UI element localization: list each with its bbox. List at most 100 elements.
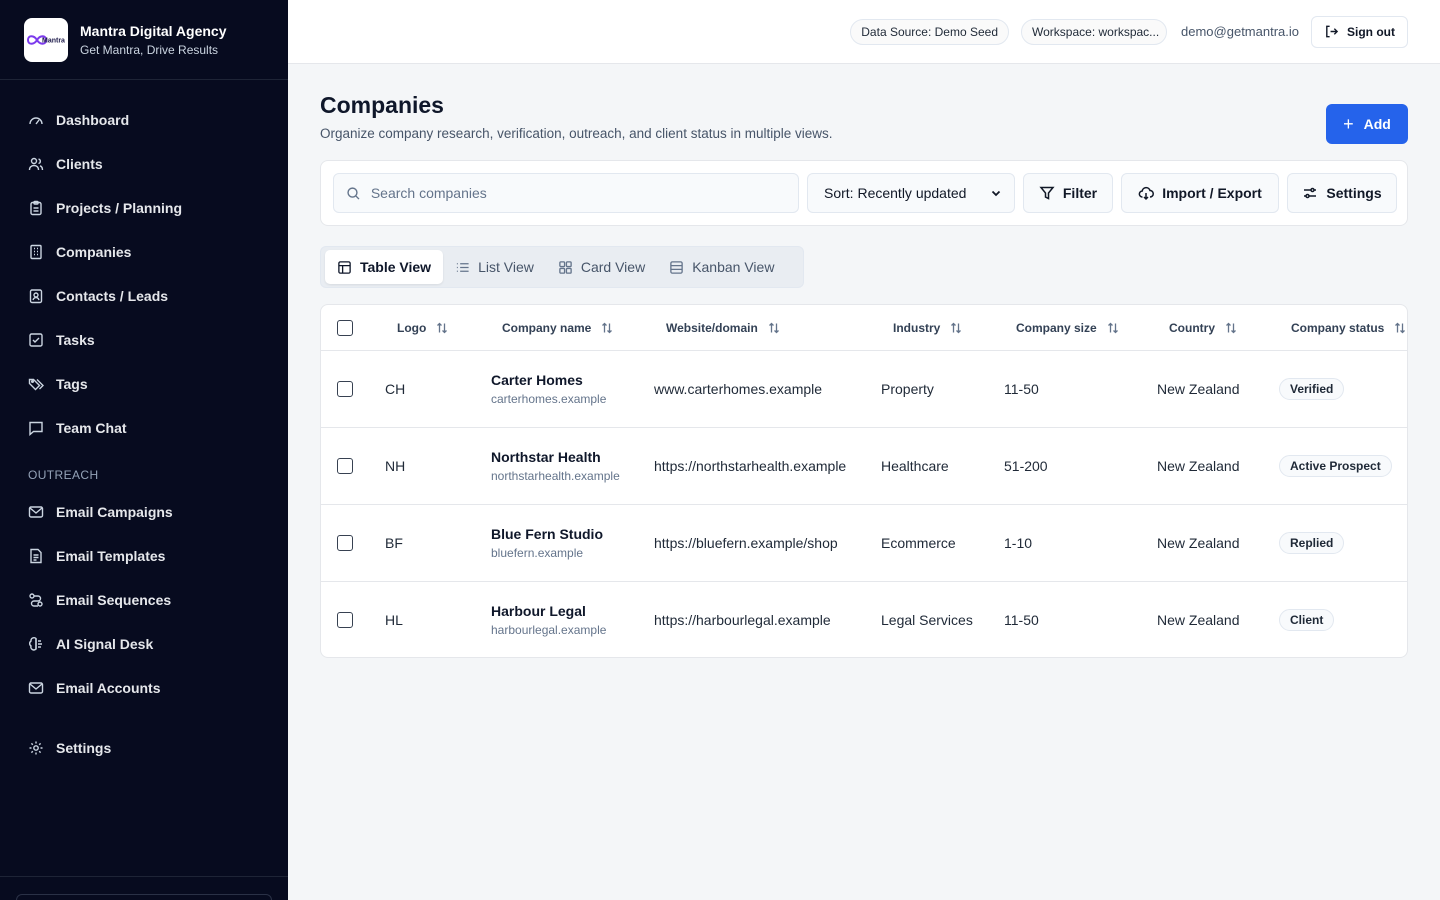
company-industry: Legal Services <box>881 612 973 628</box>
tab-kanban-view[interactable]: Kanban View <box>657 250 786 284</box>
company-domain: bluefern.example <box>491 546 584 560</box>
sidebar-item-label: Team Chat <box>56 420 127 436</box>
company-name[interactable]: Carter Homes <box>491 372 606 388</box>
company-logo: BF <box>385 535 403 551</box>
table-row[interactable]: HL Harbour Legal harbourlegal.example ht… <box>321 582 1407 657</box>
main-content: Companies Organize company research, ver… <box>288 64 1440 900</box>
company-domain: harbourlegal.example <box>491 623 607 637</box>
settings-button[interactable]: Settings <box>1287 173 1397 213</box>
sidebar-item-label: Tags <box>56 376 88 392</box>
company-size: 51-200 <box>1004 458 1048 474</box>
search-input[interactable] <box>370 185 786 201</box>
tab-label: Kanban View <box>692 259 775 275</box>
company-website[interactable]: https://harbourlegal.example <box>654 582 831 657</box>
tab-list-view[interactable]: List View <box>443 250 546 284</box>
sidebar-item-tasks[interactable]: Tasks <box>0 318 288 362</box>
sidebar-item-label: Contacts / Leads <box>56 288 169 304</box>
row-checkbox[interactable] <box>337 381 353 397</box>
table-icon <box>338 260 351 274</box>
sidebar-item-label: Projects / Planning <box>56 200 183 216</box>
company-country: New Zealand <box>1157 381 1240 397</box>
sidebar-item-label: Companies <box>56 244 132 260</box>
sidebar: Mantra Mantra Digital Agency Get Mantra,… <box>0 0 288 900</box>
sort-icon <box>951 322 962 334</box>
sidebar-item-ai-signal-desk[interactable]: AI Signal Desk <box>0 622 288 666</box>
users-icon <box>28 157 44 171</box>
column-logo[interactable]: Logo <box>397 305 448 351</box>
column-country[interactable]: Country <box>1169 305 1237 351</box>
row-checkbox[interactable] <box>337 535 353 551</box>
kanban-icon <box>670 260 683 274</box>
sidebar-item-tags[interactable]: Tags <box>0 362 288 406</box>
sort-select[interactable]: Sort: Recently updated <box>807 173 1015 213</box>
table-row[interactable]: CH Carter Homes carterhomes.example www.… <box>321 351 1407 428</box>
sidebar-item-email-accounts[interactable]: Email Accounts <box>0 666 288 710</box>
clipboard-icon <box>30 200 42 216</box>
table-row[interactable]: NH Northstar Health northstarhealth.exam… <box>321 428 1407 505</box>
sidebar-item-email-campaigns[interactable]: Email Campaigns <box>0 490 288 534</box>
table-row[interactable]: BF Blue Fern Studio bluefern.example htt… <box>321 505 1407 582</box>
company-logo: NH <box>385 458 406 474</box>
sort-icon <box>1395 322 1406 334</box>
sliders-icon <box>1304 187 1317 199</box>
column-label: Logo <box>397 321 427 335</box>
sidebar-item-settings[interactable]: Settings <box>0 726 288 770</box>
column-company-size[interactable]: Company size <box>1016 305 1119 351</box>
company-country: New Zealand <box>1157 612 1240 628</box>
workspace-badge[interactable]: Workspace: workspac... <box>1021 18 1168 45</box>
sidebar-item-label: Email Sequences <box>56 592 172 608</box>
add-button[interactable]: + Add <box>1326 104 1408 144</box>
tab-table-view[interactable]: Table View <box>325 250 444 284</box>
grid-icon <box>559 260 572 274</box>
filter-button[interactable]: Filter <box>1023 173 1113 213</box>
company-country: New Zealand <box>1157 535 1240 551</box>
route-icon <box>29 593 43 607</box>
import-export-button[interactable]: Import / Export <box>1121 173 1279 213</box>
company-name[interactable]: Northstar Health <box>491 449 620 465</box>
topbar: Data Source: Demo Seed Workspace: worksp… <box>288 0 1440 64</box>
sidebar-item-clients[interactable]: Clients <box>0 142 288 186</box>
sidebar-item-team-chat[interactable]: Team Chat <box>0 406 288 450</box>
company-domain: northstarhealth.example <box>491 469 620 483</box>
row-checkbox[interactable] <box>337 458 353 474</box>
column-label: Country <box>1169 321 1215 335</box>
company-website[interactable]: https://bluefern.example/shop <box>654 505 838 581</box>
sidebar-item-email-templates[interactable]: Email Templates <box>0 534 288 578</box>
company-industry: Ecommerce <box>881 535 956 551</box>
tab-card-view[interactable]: Card View <box>546 250 657 284</box>
check-square-icon <box>29 333 43 347</box>
sidebar-item-email-sequences[interactable]: Email Sequences <box>0 578 288 622</box>
sign-out-button[interactable]: Sign out <box>1311 15 1408 48</box>
log-out-icon <box>1326 25 1339 38</box>
table-header: Logo Company name Website/domain Industr… <box>321 305 1407 351</box>
sidebar-item-label: AI Signal Desk <box>56 636 154 652</box>
sort-icon <box>1107 322 1118 334</box>
sidebar-item-contacts[interactable]: Contacts / Leads <box>0 274 288 318</box>
company-name[interactable]: Blue Fern Studio <box>491 526 603 542</box>
column-industry[interactable]: Industry <box>893 305 962 351</box>
sidebar-item-label: Email Campaigns <box>56 504 173 520</box>
company-name[interactable]: Harbour Legal <box>491 603 606 619</box>
company-website[interactable]: https://northstarhealth.example <box>654 428 846 504</box>
sidebar-item-dashboard[interactable]: Dashboard <box>0 98 288 142</box>
sidebar-item-label: Email Templates <box>56 548 166 564</box>
list-icon <box>456 262 469 272</box>
select-all-checkbox[interactable] <box>337 320 353 336</box>
column-company-status[interactable]: Company status <box>1291 305 1406 351</box>
mail-icon <box>28 682 44 694</box>
sidebar-item-companies[interactable]: Companies <box>0 230 288 274</box>
search-icon <box>347 186 360 200</box>
brand: Mantra Mantra Digital Agency Get Mantra,… <box>0 0 288 80</box>
column-website[interactable]: Website/domain <box>666 305 780 351</box>
company-size: 11-50 <box>1004 381 1039 397</box>
sidebar-footer <box>0 876 288 900</box>
company-website[interactable]: www.carterhomes.example <box>654 351 822 427</box>
sidebar-item-projects[interactable]: Projects / Planning <box>0 186 288 230</box>
column-company-name[interactable]: Company name <box>502 305 613 351</box>
row-checkbox[interactable] <box>337 612 353 628</box>
toolbar: Sort: Recently updated Filter Import / E… <box>320 160 1408 226</box>
settings-label: Settings <box>1326 185 1382 201</box>
search-box[interactable] <box>333 173 799 213</box>
sidebar-item-label: Dashboard <box>56 112 130 128</box>
import-export-label: Import / Export <box>1162 185 1262 201</box>
